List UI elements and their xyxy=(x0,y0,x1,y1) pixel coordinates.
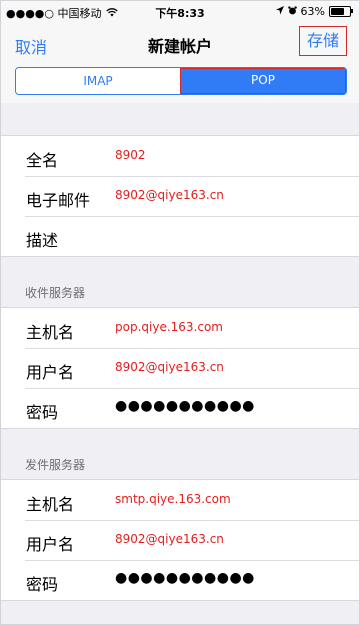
incoming-user-label: 用户名 xyxy=(26,363,75,382)
outgoing-host-field[interactable]: smtp.qiye.163.com xyxy=(115,492,231,506)
outgoing-password-row[interactable]: 密码 ●●●●●●●●●●● xyxy=(1,560,359,600)
outgoing-server-title: 发件服务器 xyxy=(25,458,86,472)
incoming-password-label: 密码 xyxy=(26,403,59,422)
incoming-host-row[interactable]: 主机名 pop.qiye.163.com xyxy=(1,308,359,348)
outgoing-user-row[interactable]: 用户名 8902@qiye163.cn xyxy=(1,520,359,560)
incoming-server-title: 收件服务器 xyxy=(25,286,86,300)
protocol-segmented-control: IMAP POP xyxy=(15,67,347,95)
screen: ●●●●○ 中国移动 下午8:33 63% 取消 新建帐户 存储 IMAP PO… xyxy=(0,0,360,625)
battery-icon xyxy=(329,6,353,17)
outgoing-user-label: 用户名 xyxy=(26,535,75,554)
incoming-password-row[interactable]: 密码 ●●●●●●●●●●● xyxy=(1,388,359,428)
battery-percent: 63% xyxy=(300,5,325,18)
nav-bar: 取消 新建帐户 存储 xyxy=(1,21,359,65)
description-label: 描述 xyxy=(26,231,59,250)
protocol-selector-bar: IMAP POP xyxy=(1,65,359,103)
outgoing-server-group: 主机名 smtp.qiye.163.com 用户名 8902@qiye163.c… xyxy=(1,480,359,601)
section-spacer xyxy=(1,103,359,136)
location-arrow-icon xyxy=(275,5,284,18)
outgoing-server-header: 发件服务器 xyxy=(1,429,359,480)
incoming-user-row[interactable]: 用户名 8902@qiye163.cn xyxy=(1,348,359,388)
incoming-server-group: 主机名 pop.qiye.163.com 用户名 8902@qiye163.cn… xyxy=(1,308,359,429)
incoming-user-field[interactable]: 8902@qiye163.cn xyxy=(115,360,224,374)
outgoing-host-label: 主机名 xyxy=(26,495,75,514)
outgoing-host-row[interactable]: 主机名 smtp.qiye.163.com xyxy=(1,480,359,520)
outgoing-password-label: 密码 xyxy=(26,575,59,594)
email-row[interactable]: 电子邮件 8902@qiye163.cn xyxy=(1,176,359,216)
email-label: 电子邮件 xyxy=(26,191,91,210)
outgoing-password-field[interactable]: ●●●●●●●●●●● xyxy=(115,570,255,586)
incoming-password-field[interactable]: ●●●●●●●●●●● xyxy=(115,398,255,414)
full-name-label: 全名 xyxy=(26,151,59,170)
incoming-host-field[interactable]: pop.qiye.163.com xyxy=(115,320,223,334)
incoming-server-header: 收件服务器 xyxy=(1,257,359,308)
save-button[interactable]: 存储 xyxy=(299,26,347,56)
full-name-row[interactable]: 全名 8902 xyxy=(1,136,359,176)
segment-imap[interactable]: IMAP xyxy=(16,68,180,94)
status-right: 63% xyxy=(275,5,353,18)
description-row[interactable]: 描述 xyxy=(1,216,359,256)
alarm-icon xyxy=(287,5,297,18)
email-field[interactable]: 8902@qiye163.cn xyxy=(115,188,224,202)
incoming-host-label: 主机名 xyxy=(26,323,75,342)
outgoing-user-field[interactable]: 8902@qiye163.cn xyxy=(115,532,224,546)
status-bar: ●●●●○ 中国移动 下午8:33 63% xyxy=(1,1,359,21)
battery-level xyxy=(331,8,344,15)
account-info-group: 全名 8902 电子邮件 8902@qiye163.cn 描述 xyxy=(1,136,359,257)
full-name-field[interactable]: 8902 xyxy=(115,148,146,162)
segment-pop[interactable]: POP xyxy=(180,68,346,94)
